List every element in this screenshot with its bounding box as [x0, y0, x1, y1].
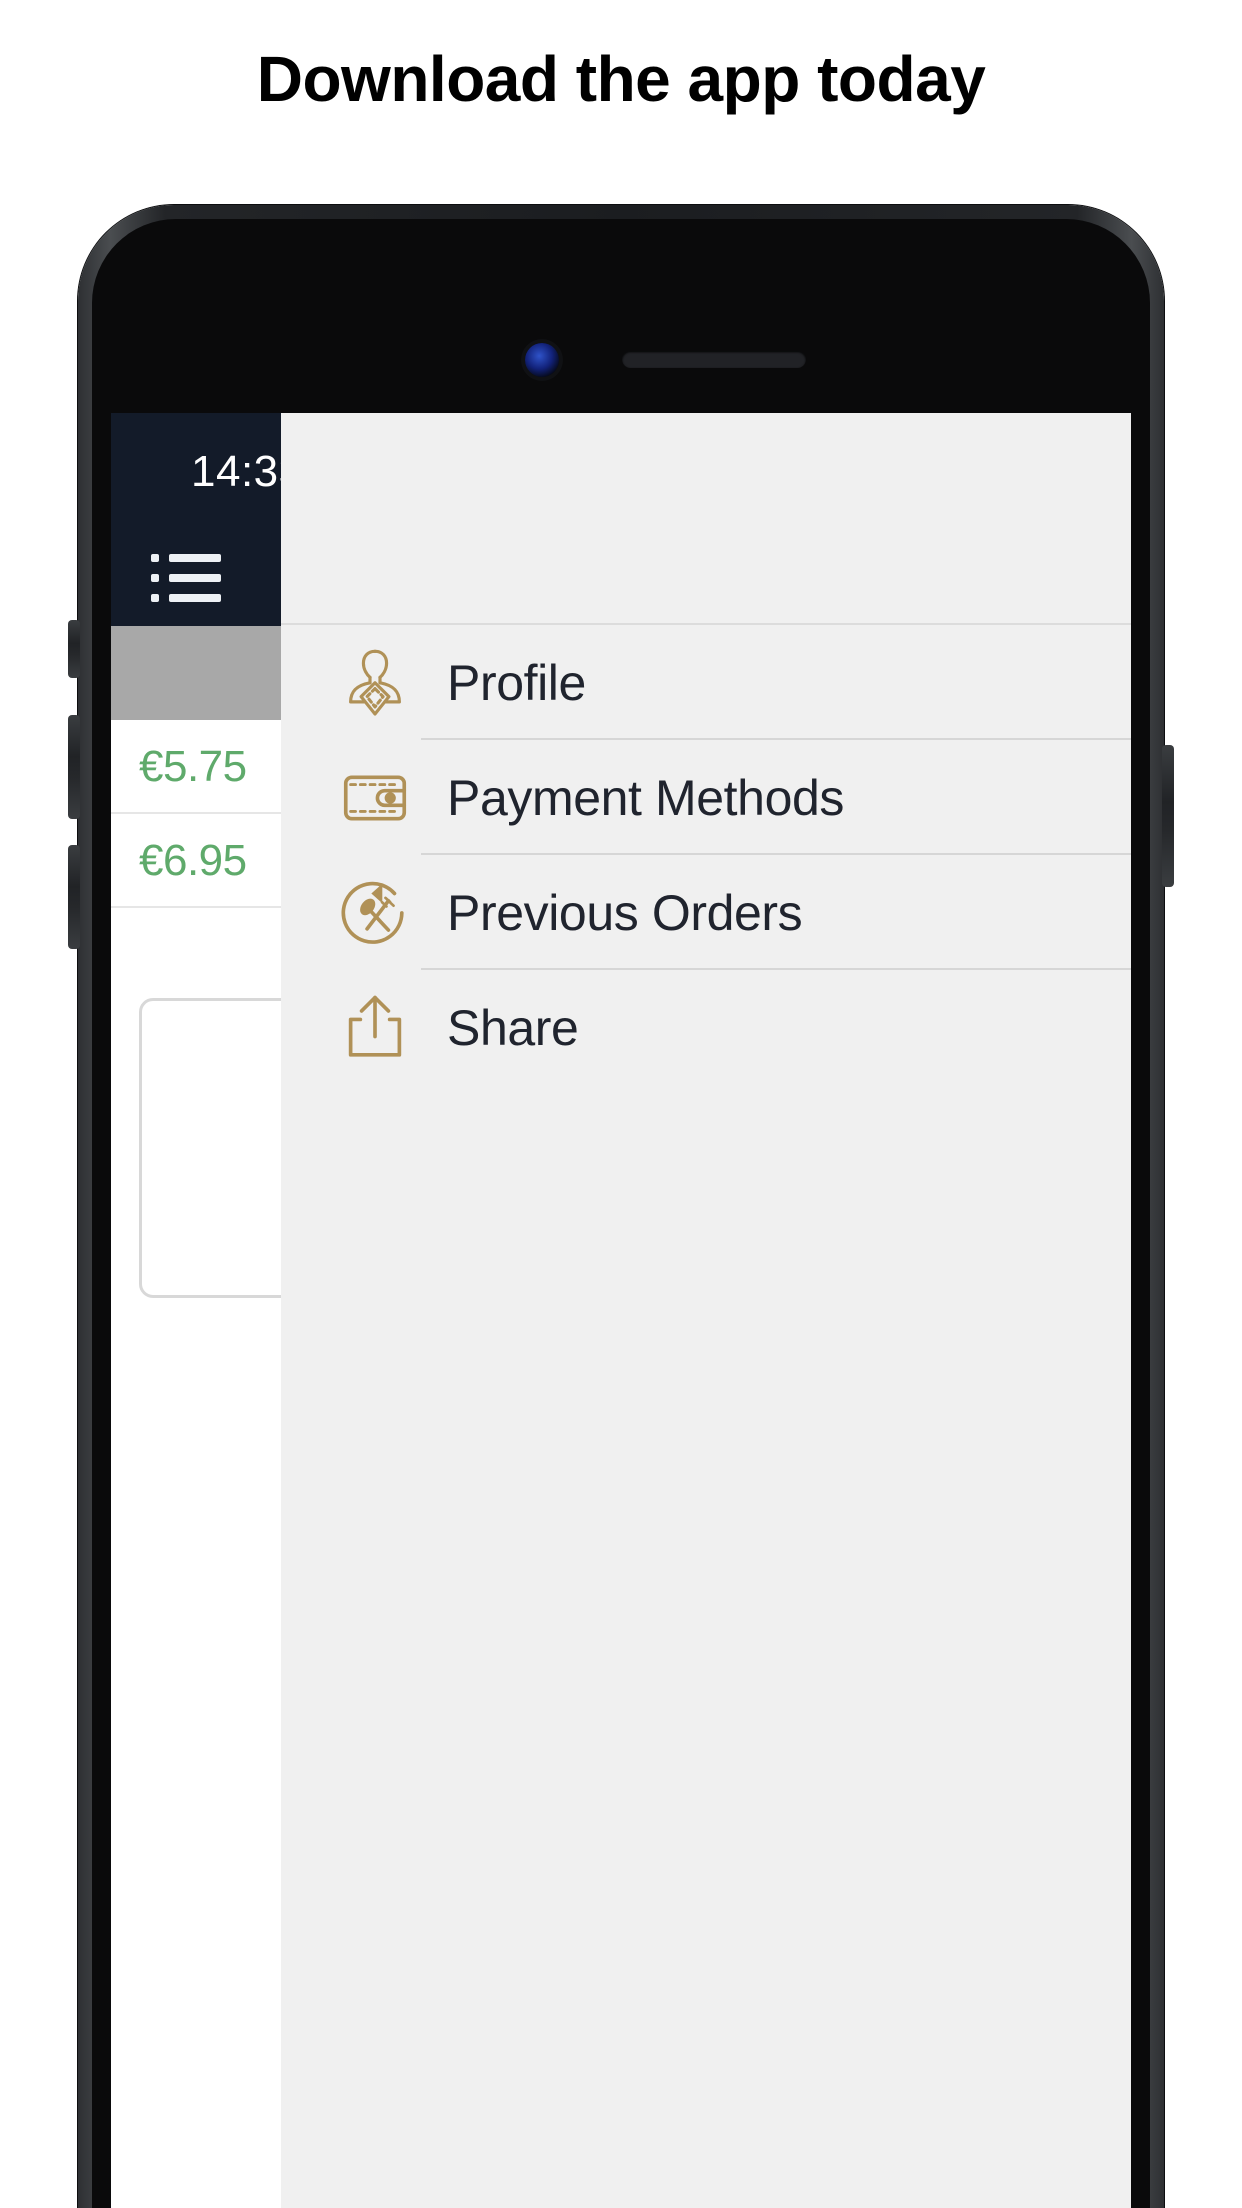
mute-switch-button[interactable] — [68, 620, 80, 678]
front-camera-icon — [525, 343, 559, 377]
volume-down-button[interactable] — [68, 845, 80, 949]
phone-device-frame: 14:33 4G — [68, 205, 1174, 2208]
drawer-item-label: Previous Orders — [447, 884, 803, 941]
phone-screen: 14:33 4G — [111, 413, 1131, 2208]
volume-up-button[interactable] — [68, 715, 80, 819]
drawer-item-label: Payment Methods — [447, 769, 844, 826]
item-price: €6.95 — [139, 836, 247, 885]
share-upload-icon — [329, 982, 421, 1074]
power-button[interactable] — [1162, 745, 1174, 887]
item-price: €5.75 — [139, 742, 247, 791]
drawer-item-label: Share — [447, 999, 579, 1056]
drawer-item-label: Profile — [447, 654, 586, 711]
drawer-item-share[interactable]: Share — [281, 970, 1131, 1085]
navigation-drawer: Profile Payment Methods Previous Orders … — [281, 413, 1131, 2208]
drawer-item-previous-orders[interactable]: Previous Orders — [281, 855, 1131, 970]
hamburger-list-icon[interactable] — [151, 552, 221, 604]
drawer-header — [281, 413, 1131, 625]
phone-bezel: 14:33 4G — [92, 219, 1150, 2208]
page-title: Download the app today — [256, 43, 986, 115]
profile-chef-icon — [329, 637, 421, 729]
wallet-icon — [329, 752, 421, 844]
drawer-menu: Profile Payment Methods Previous Orders … — [281, 625, 1131, 1085]
drawer-item-profile[interactable]: Profile — [281, 625, 1131, 740]
drawer-item-payment-methods[interactable]: Payment Methods — [281, 740, 1131, 855]
earpiece-speaker-icon — [622, 351, 806, 368]
reorder-cutlery-icon — [329, 867, 421, 959]
page-root: Download the app today 14:33 4G — [0, 0, 1242, 2208]
